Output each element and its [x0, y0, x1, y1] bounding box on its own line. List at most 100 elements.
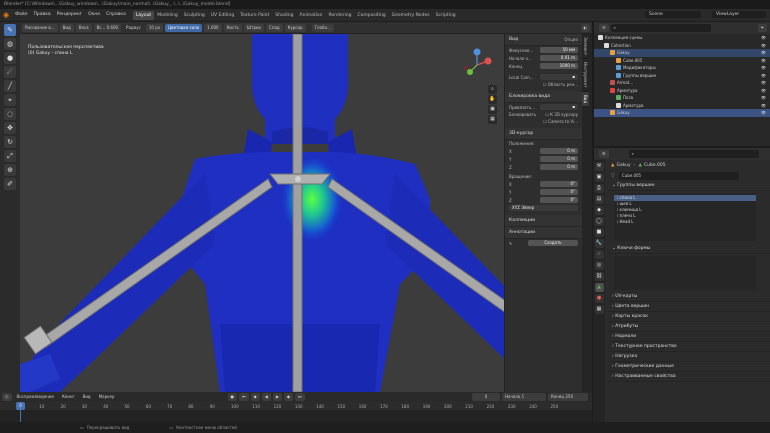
visibility-eye-icon[interactable]: 👁 [761, 102, 766, 110]
cursor-loc-y[interactable]: 0 m [540, 156, 578, 162]
navigation-gizmo[interactable] [460, 48, 494, 82]
tab-tool[interactable]: Инструмент [582, 59, 589, 92]
tab-modeling[interactable]: Modeling [154, 11, 180, 20]
collections-title[interactable]: Коллекции [505, 215, 582, 227]
outliner-search-field[interactable]: ⌕ [610, 24, 711, 32]
tab-view[interactable]: Вид [582, 91, 589, 107]
lock-3d-cursor-checkbox[interactable]: ☐ К 3D курсору [545, 112, 578, 117]
properties-section[interactable]: › Атрибуты [608, 322, 770, 332]
smear-brush-icon[interactable]: ☄ [4, 66, 16, 78]
visibility-eye-icon[interactable]: 👁 [761, 49, 766, 57]
strength-label[interactable]: Цветовая сила [165, 23, 203, 32]
rotation-mode-dropdown[interactable]: XYZ Эйлер [509, 205, 578, 211]
menu-render[interactable]: Рендеринг [54, 9, 85, 21]
tab-scripting[interactable]: Scripting [433, 11, 459, 20]
outliner-row[interactable]: Модификаторы 👁 [594, 64, 770, 72]
view-panel-title[interactable]: Вид [509, 37, 518, 42]
properties-section[interactable]: › Текстурное пространство [608, 342, 770, 352]
tab-layout[interactable]: Layout [132, 11, 155, 20]
sample-weight-icon[interactable]: ⌖ [4, 94, 16, 106]
scale-tool-icon[interactable]: ⤢ [4, 150, 16, 162]
3d-viewport[interactable]: ⌕ ✋ ▣ ▦ [20, 34, 504, 392]
object-tab-icon[interactable]: ■ [594, 228, 604, 237]
outliner-row[interactable]: Арматура 👁 [594, 102, 770, 110]
visibility-eye-icon[interactable]: 👁 [761, 79, 766, 87]
jump-start-icon[interactable]: ⏮ [239, 393, 249, 401]
local-camera-field[interactable]: ▪ [540, 74, 578, 80]
outliner-row[interactable]: Armat... 👁 [594, 79, 770, 87]
output-tab-icon[interactable]: ⎙ [594, 184, 604, 193]
outliner-row[interactable]: Collection 👁 [594, 42, 770, 50]
menu-help[interactable]: Справка [103, 9, 129, 21]
vertex-groups-section[interactable]: ⌄ Группы вершин [608, 181, 770, 191]
jump-end-icon[interactable]: ⏭ [294, 393, 305, 401]
tab-sculpting[interactable]: Sculpting [181, 11, 208, 20]
constraints-tab-icon[interactable]: ⛓ [594, 272, 604, 281]
menu-window[interactable]: Окно [85, 9, 103, 21]
tab-compositing[interactable]: Compositing [354, 11, 388, 20]
brush-weight-field[interactable]: Вс... 0.600 [93, 23, 122, 32]
new-annotation-button[interactable]: Создать [528, 240, 578, 246]
play-icon[interactable]: ▶ [272, 393, 282, 401]
tab-animation[interactable]: Animation [297, 11, 326, 20]
viewport-shading-icon[interactable]: ◐ [580, 23, 590, 32]
tab-uv-editing[interactable]: UV Editing [208, 11, 237, 20]
transform-orientation-menu[interactable]: Глоба... [311, 23, 334, 32]
clip-start-field[interactable]: 0.01 m [540, 55, 578, 61]
prev-key-icon[interactable]: ◆ [250, 393, 260, 401]
camera-view-icon[interactable]: ▣ [488, 105, 497, 114]
material-tab-icon[interactable]: ● [594, 294, 604, 303]
cursor-rot-y[interactable]: 0° [540, 189, 578, 195]
properties-section[interactable]: › Геометрические данные [608, 362, 770, 372]
visibility-eye-icon[interactable]: 👁 [761, 109, 766, 117]
draw-brush-icon[interactable]: ✎ [4, 24, 16, 36]
visibility-eye-icon[interactable]: 👁 [761, 57, 766, 65]
radius-field[interactable]: 10 px [145, 23, 164, 32]
options-button[interactable]: Опции [564, 37, 578, 42]
world-tab-icon[interactable]: ◯ [594, 217, 604, 226]
outliner-row[interactable]: Поза 👁 [594, 94, 770, 102]
mesh-data-tab-icon[interactable]: ▲ [594, 283, 604, 292]
average-brush-icon[interactable]: ● [4, 52, 16, 64]
outliner-editor-icon[interactable]: ☰ [599, 24, 609, 32]
timeline-editor-icon[interactable]: ◷ [2, 393, 12, 401]
strength-field[interactable]: 1.000 [204, 23, 222, 32]
move-tool-icon[interactable]: ✥ [4, 122, 16, 134]
properties-section[interactable]: › Карты красок [608, 312, 770, 322]
falloff-menu[interactable]: Спад [266, 23, 283, 32]
particles-tab-icon[interactable]: ⁘ [594, 250, 604, 259]
marker-menu[interactable]: Маркер [96, 393, 118, 401]
visibility-eye-icon[interactable]: 👁 [761, 34, 766, 42]
cursor-rot-x[interactable]: 0° [540, 181, 578, 187]
3d-cursor-title[interactable]: 3D-курсор [505, 128, 582, 140]
tab-geometry-nodes[interactable]: Geometry Nodes [389, 11, 433, 20]
view-lock-title[interactable]: Блокировка вида [505, 91, 582, 103]
properties-editor-icon[interactable]: ⚙ [599, 150, 609, 158]
cursor-loc-z[interactable]: 0 m [540, 164, 578, 170]
render-region-checkbox[interactable]: ☐ Область рен... [543, 82, 578, 87]
menu-edit[interactable]: Правка [31, 9, 54, 21]
lock-to-object-field[interactable]: ▪ [540, 104, 578, 110]
tab-shading[interactable]: Shading [272, 11, 296, 20]
visibility-eye-icon[interactable]: 👁 [761, 72, 766, 80]
properties-section[interactable]: › UV-карты [608, 292, 770, 302]
mesh-browse-icon[interactable]: ▽ [611, 173, 615, 179]
record-button-icon[interactable]: ● [227, 393, 238, 401]
weight-paint-model[interactable] [20, 34, 504, 392]
rotate-tool-icon[interactable]: ↻ [4, 136, 16, 148]
outliner-row[interactable]: Gakuy 👁 [594, 49, 770, 57]
properties-section[interactable]: › Нагрузка [608, 352, 770, 362]
outliner-row[interactable]: Cube.005 👁 [594, 57, 770, 65]
properties-section[interactable]: › Цвета вершин [608, 302, 770, 312]
filter-icon[interactable]: ⏷ [757, 24, 767, 32]
menu-file[interactable]: Файл [12, 9, 30, 21]
end-frame-field[interactable]: Конец 250 [548, 393, 588, 401]
view-layer-tab-icon[interactable]: ▤ [594, 195, 604, 204]
transform-tool-icon[interactable]: ⊕ [4, 164, 16, 176]
cursor-menu[interactable]: Курсор [284, 23, 306, 32]
visibility-eye-icon[interactable]: 👁 [761, 87, 766, 95]
viewlayer-selector[interactable]: ViewLayer [712, 11, 766, 18]
perspective-toggle-icon[interactable]: ▦ [488, 115, 497, 124]
scene-selector[interactable]: Scene [645, 11, 701, 18]
properties-section[interactable]: › Настраиваемые свойства [608, 372, 770, 382]
